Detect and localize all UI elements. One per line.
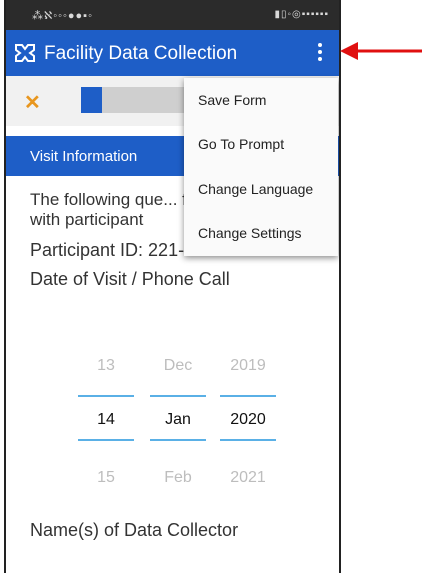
app-title: Facility Data Collection [44,43,238,64]
app-bar: Facility Data Collection [6,30,339,76]
overflow-menu: Save Form Go To Prompt Change Language C… [184,78,338,256]
menu-item-go-to-prompt[interactable]: Go To Prompt [184,122,338,166]
menu-item-save-form[interactable]: Save Form [184,78,338,122]
date-picker[interactable]: 13 14 15 Dec Jan Feb 2019 2020 2021 [66,345,286,495]
phone-screen: ⁂ℵ◦◦◦●●▪◦ ▮▯◦◎▪▪▪▪▪▪ Facility Data Colle… [4,0,341,573]
status-bar: ⁂ℵ◦◦◦●●▪◦ ▮▯◦◎▪▪▪▪▪▪ [6,0,339,30]
day-next[interactable]: 15 [76,469,136,487]
menu-item-change-language[interactable]: Change Language [184,167,338,211]
picker-divider [220,439,276,441]
app-logo-icon [15,44,35,62]
picker-divider [150,395,206,397]
month-current[interactable]: Jan [148,411,208,429]
menu-item-label: Go To Prompt [198,136,285,152]
day-current[interactable]: 14 [76,411,136,429]
overflow-menu-icon[interactable] [315,41,325,65]
picker-divider [78,439,134,441]
month-next[interactable]: Feb [148,469,208,487]
menu-item-label: Change Language [198,181,314,197]
month-prev[interactable]: Dec [148,357,208,375]
menu-item-label: Change Settings [198,225,302,241]
picker-divider [78,395,134,397]
month-picker[interactable]: Dec Jan Feb [148,345,208,495]
date-of-visit-label: Date of Visit / Phone Call [30,269,230,289]
data-collector-label: Name(s) of Data Collector [30,520,239,540]
status-icons-left: ⁂ℵ◦◦◦●●▪◦ [32,10,93,22]
pointer-arrow-icon [340,42,422,60]
year-prev[interactable]: 2019 [218,357,278,375]
year-next[interactable]: 2021 [218,469,278,487]
picker-divider [150,439,206,441]
close-icon[interactable]: ✕ [24,90,41,115]
status-icons-right: ▮▯◦◎▪▪▪▪▪▪ [274,9,329,20]
section-title: Visit Information [30,148,138,165]
day-picker[interactable]: 13 14 15 [76,345,136,495]
picker-divider [220,395,276,397]
year-current[interactable]: 2020 [218,411,278,429]
year-picker[interactable]: 2019 2020 2021 [218,345,278,495]
menu-item-label: Save Form [198,92,267,108]
form-progress-fill [81,87,102,113]
day-prev[interactable]: 13 [76,357,136,375]
menu-item-change-settings[interactable]: Change Settings [184,211,338,255]
